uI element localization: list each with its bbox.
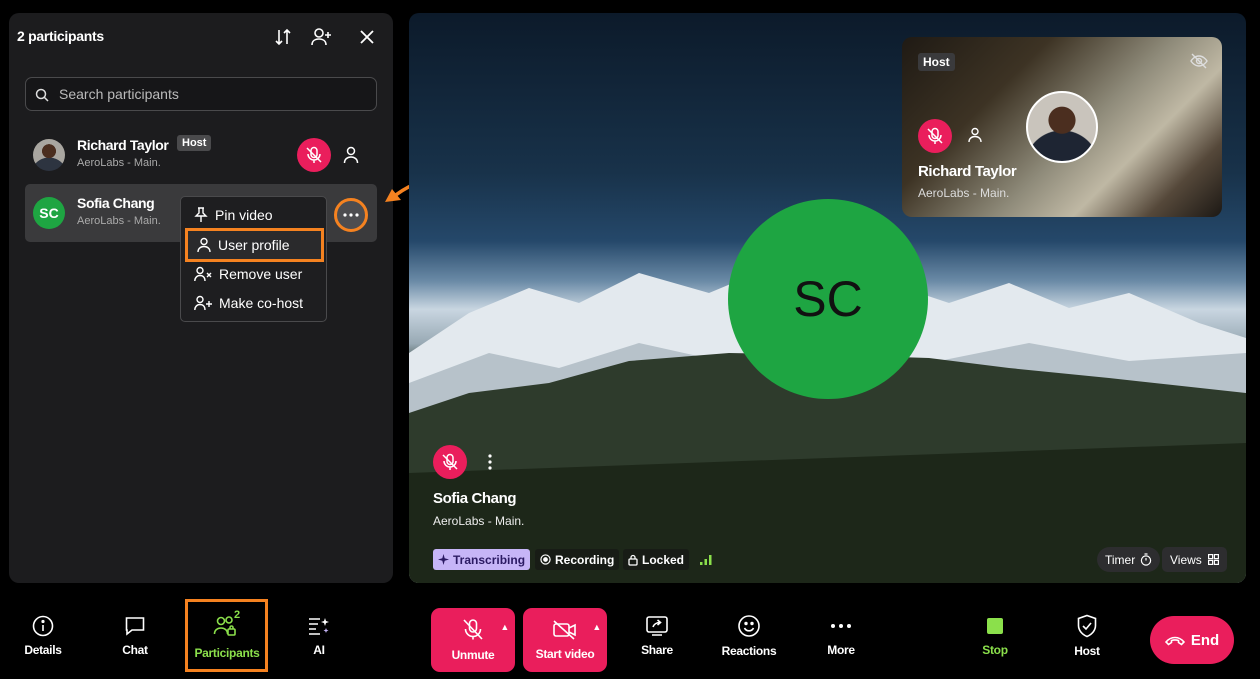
- pin-icon: [194, 207, 208, 222]
- info-icon: [32, 615, 54, 637]
- menu-item-make-cohost[interactable]: Make co-host: [185, 289, 324, 317]
- user-icon[interactable]: [968, 127, 982, 143]
- reactions-button[interactable]: Reactions: [713, 600, 785, 672]
- participant-org: AeroLabs - Main.: [77, 157, 161, 169]
- unmute-button[interactable]: ▲ Unmute: [431, 608, 515, 672]
- search-icon: [35, 88, 49, 102]
- host-badge: Host: [918, 53, 955, 71]
- avatar-photo: [1026, 91, 1098, 163]
- more-button[interactable]: More: [812, 600, 870, 672]
- mic-muted-icon[interactable]: [297, 138, 331, 172]
- start-video-button[interactable]: ▲ Start video: [523, 608, 607, 672]
- participant-org: AeroLabs - Main.: [77, 215, 161, 227]
- transcribing-badge: Transcribing: [433, 549, 531, 570]
- menu-item-remove-user[interactable]: Remove user: [185, 260, 324, 288]
- stop-icon: [987, 618, 1003, 634]
- lock-icon: [628, 554, 638, 566]
- share-button[interactable]: Share: [628, 600, 686, 672]
- participant-row-richard[interactable]: Richard Taylor Host AeroLabs - Main.: [25, 126, 377, 184]
- stopwatch-icon: [1141, 553, 1152, 566]
- sort-icon[interactable]: [271, 25, 295, 49]
- ai-button[interactable]: AI: [290, 600, 348, 672]
- timer-button[interactable]: Timer: [1097, 547, 1161, 572]
- speaker-name: Sofia Chang: [433, 490, 517, 507]
- recording-badge: Recording: [535, 549, 620, 570]
- menu-item-pin-video[interactable]: Pin video: [185, 201, 324, 229]
- avatar: SC: [33, 197, 65, 229]
- mic-muted-icon[interactable]: [918, 119, 952, 153]
- chat-icon: [125, 617, 145, 636]
- record-icon: [540, 554, 551, 565]
- phone-hangup-icon: [1164, 636, 1185, 646]
- search-input[interactable]: [59, 78, 359, 110]
- signal-strength-icon: [700, 555, 712, 565]
- user-icon[interactable]: [343, 146, 359, 169]
- end-call-button[interactable]: End: [1150, 616, 1234, 664]
- more-options-button[interactable]: [334, 198, 368, 232]
- video-stage: SC Host Richard Taylor AeroLabs - Main. …: [409, 13, 1246, 583]
- thumbnail-video-richard[interactable]: Host Richard Taylor AeroLabs - Main.: [902, 37, 1222, 217]
- participants-highlight: [185, 599, 268, 672]
- views-button[interactable]: Views: [1162, 547, 1227, 572]
- stop-button[interactable]: Stop: [966, 600, 1024, 672]
- details-button[interactable]: Details: [12, 600, 74, 672]
- kebab-menu-icon[interactable]: [487, 453, 493, 471]
- main-video-avatar: SC: [728, 199, 928, 399]
- participant-context-menu: Pin video User profile Remove user Make …: [180, 196, 327, 322]
- menu-label: User profile: [218, 237, 290, 253]
- menu-label: Make co-host: [219, 295, 304, 311]
- mic-off-icon: [463, 619, 483, 640]
- hide-video-icon[interactable]: [1190, 53, 1208, 69]
- share-screen-icon: [646, 616, 668, 636]
- grid-icon: [1207, 554, 1219, 565]
- menu-label: Pin video: [215, 207, 273, 223]
- remove-user-icon: [194, 266, 212, 282]
- menu-label: Remove user: [219, 266, 303, 282]
- smiley-icon: [738, 615, 760, 637]
- shield-check-icon: [1077, 614, 1097, 638]
- host-button[interactable]: Host: [1058, 600, 1116, 672]
- search-box[interactable]: [25, 77, 377, 111]
- participant-org: AeroLabs - Main.: [918, 186, 1010, 200]
- panel-title: 2 participants: [17, 28, 104, 44]
- user-icon: [197, 237, 211, 253]
- more-dots-icon: [831, 624, 851, 628]
- participant-name: Sofia Chang: [77, 195, 155, 211]
- host-badge: Host: [177, 135, 212, 151]
- chevron-up-icon[interactable]: ▲: [500, 622, 509, 632]
- video-off-icon: [553, 620, 576, 640]
- close-icon[interactable]: [355, 25, 379, 49]
- chat-button[interactable]: Chat: [104, 600, 166, 672]
- participant-name: Richard Taylor: [918, 163, 1017, 180]
- add-participant-icon[interactable]: [310, 25, 334, 49]
- participant-name: Richard Taylor: [77, 137, 169, 153]
- mic-muted-icon[interactable]: [433, 445, 467, 479]
- menu-item-user-profile[interactable]: User profile: [185, 228, 324, 262]
- locked-badge: Locked: [623, 549, 690, 570]
- speaker-org: AeroLabs - Main.: [433, 514, 525, 528]
- chevron-up-icon[interactable]: ▲: [592, 622, 601, 632]
- sparkle-icon: [438, 554, 449, 565]
- ai-icon: [309, 618, 329, 635]
- add-user-icon: [194, 295, 212, 311]
- avatar: [33, 139, 65, 171]
